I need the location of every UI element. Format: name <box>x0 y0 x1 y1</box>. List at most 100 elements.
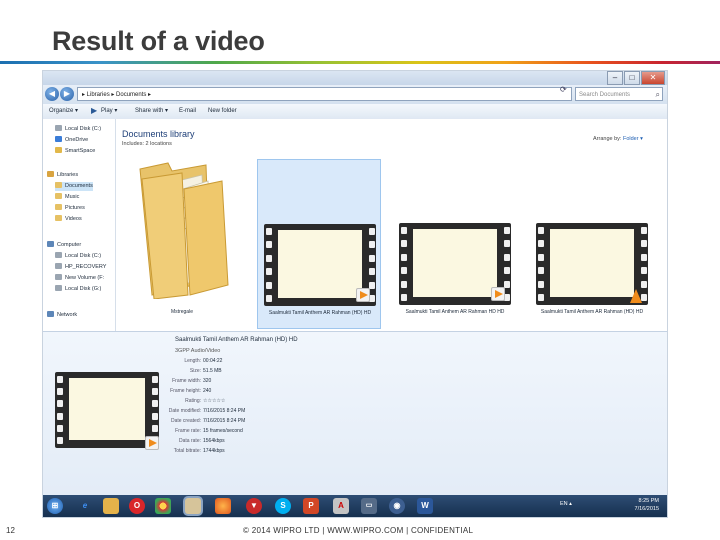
videos-icon <box>55 215 62 221</box>
play-button[interactable]: Play ▾ <box>101 104 117 119</box>
share-with-button[interactable]: Share with ▾ <box>135 104 168 119</box>
acrobat-icon[interactable]: A <box>333 498 349 514</box>
explorer-screenshot: – □ ✕ ◀ ▶ ▸ Libraries ▸ Documents ▸ ⟳ Se… <box>43 71 667 517</box>
details-row: Rating: ☆☆☆☆☆ <box>185 398 226 404</box>
windows-taskbar: ⊞ e O ▼ S P A ▭ ◉ W EN ▴ 8:25 PM 7/16/20… <box>43 495 667 517</box>
nav-videos[interactable]: Videos <box>55 215 82 224</box>
nav-local-disk-c[interactable]: Local Disk (C:) <box>55 125 101 134</box>
video-tile-1-label: Saalmukti Tamil Anthem AR Rahman (HD) HD <box>268 310 372 316</box>
folder-tile-label: Mstregale <box>171 309 193 315</box>
video-tile-3[interactable]: Saalmukti Tamil Anthem AR Rahman (HD) HD <box>530 159 654 329</box>
active-task-icon[interactable] <box>185 498 201 514</box>
documents-icon <box>55 182 62 188</box>
video-tile-2[interactable]: Saalmukti Tamil Anthem AR Rahman HD HD <box>393 159 517 329</box>
firefox-icon[interactable] <box>215 498 231 514</box>
rating-stars[interactable]: ☆☆☆☆☆ <box>203 398 225 404</box>
arrange-by-value[interactable]: Folder ▾ <box>623 136 643 142</box>
nav-pictures[interactable]: Pictures <box>55 204 85 213</box>
disc-icon[interactable]: ◉ <box>389 498 405 514</box>
minimize-button[interactable]: – <box>607 71 623 85</box>
skype-icon[interactable]: S <box>275 498 291 514</box>
pictures-icon <box>55 204 62 210</box>
clock-date: 7/16/2015 <box>634 506 659 512</box>
play-overlay-icon <box>356 288 370 302</box>
details-row: Length: 00:04:22 <box>184 358 223 364</box>
search-input[interactable]: Search Documents ⌕ <box>575 87 663 101</box>
details-row: Size: 51.5 MB <box>189 368 222 374</box>
details-file-type: 3GPP Audio/Video <box>175 348 221 354</box>
maximize-button[interactable]: □ <box>624 71 640 85</box>
film-editor-icon[interactable]: ▭ <box>361 498 377 514</box>
drive-icon <box>55 274 62 280</box>
window-titlebar: – □ ✕ <box>43 71 667 85</box>
video-tile-2-label: Saalmukti Tamil Anthem AR Rahman HD HD <box>405 309 505 315</box>
address-field[interactable]: ▸ Libraries ▸ Documents ▸ <box>77 87 572 101</box>
details-row: Frame rate: 15 frames/second <box>175 428 243 434</box>
library-icon <box>47 171 54 177</box>
copyright-text: © 2014 WIPRO LTD | WWW.WIPRO.COM | CONFI… <box>243 526 474 535</box>
title-rainbow-divider <box>0 61 720 64</box>
details-row: Data rate: 1564kbps <box>179 438 225 444</box>
details-pane: Saalmukti Tamil Anthem AR Rahman (HD) HD… <box>43 331 667 496</box>
refresh-icon[interactable]: ⟳ <box>560 85 567 94</box>
vlc-cone-icon <box>630 289 642 303</box>
folder-icon <box>55 147 62 153</box>
nav-local-disk-c-2[interactable]: Local Disk (C:) <box>55 252 101 261</box>
search-placeholder: Search Documents <box>579 92 631 98</box>
video-tile-1[interactable]: Saalmukti Tamil Anthem AR Rahman (HD) HD <box>257 159 381 329</box>
music-icon <box>55 193 62 199</box>
organize-button[interactable]: Organize ▾ <box>49 104 78 119</box>
powerpoint-icon[interactable]: P <box>303 498 319 514</box>
details-row: Date created: 7/16/2015 8:24 PM <box>170 418 246 424</box>
new-folder-button[interactable]: New folder <box>208 104 237 119</box>
computer-icon <box>47 241 54 247</box>
slide-title: Result of a video <box>52 26 265 56</box>
nav-documents[interactable]: Documents <box>55 182 93 191</box>
video-tile-3-label: Saalmukti Tamil Anthem AR Rahman (HD) HD <box>540 309 644 315</box>
file-explorer-icon[interactable] <box>103 498 119 514</box>
opera-icon[interactable]: O <box>129 498 145 514</box>
library-title: Documents library <box>122 129 195 139</box>
folder-icon <box>139 162 229 299</box>
details-row: Frame height: 240 <box>170 388 212 394</box>
nav-onedrive[interactable]: OneDrive <box>55 136 88 145</box>
internet-explorer-icon[interactable]: e <box>77 498 93 514</box>
search-icon[interactable]: ⌕ <box>656 88 660 102</box>
nav-music[interactable]: Music <box>55 193 79 202</box>
navigation-pane: Local Disk (C:) OneDrive SmartSpace Libr… <box>43 119 116 331</box>
play-overlay-icon <box>491 287 505 301</box>
taskbar-clock[interactable]: 8:25 PM 7/16/2015 <box>635 497 659 513</box>
nav-computer[interactable]: Computer <box>47 241 81 250</box>
media-player-icon[interactable]: ▼ <box>246 498 262 514</box>
nav-hp-recovery[interactable]: HP_RECOVERY <box>55 263 106 272</box>
nav-new-volume[interactable]: New Volume (F: <box>55 274 104 283</box>
play-icon: ▶ <box>91 106 98 115</box>
chrome-icon[interactable] <box>155 498 171 514</box>
nav-libraries[interactable]: Libraries <box>47 171 78 180</box>
nav-network[interactable]: Network <box>47 311 77 320</box>
drive-icon <box>55 285 62 291</box>
nav-smartspace[interactable]: SmartSpace <box>55 147 95 156</box>
system-tray[interactable]: EN ▴ <box>560 501 572 507</box>
back-arrow-icon[interactable]: ◀ <box>45 87 59 101</box>
drive-icon <box>55 263 62 269</box>
clock-time: 8:25 PM <box>638 498 659 504</box>
start-button[interactable]: ⊞ <box>47 498 63 514</box>
nav-local-disk-g[interactable]: Local Disk (G:) <box>55 285 101 294</box>
address-bar-row: ◀ ▶ ▸ Libraries ▸ Documents ▸ ⟳ Search D… <box>43 85 667 104</box>
arrange-by[interactable]: Arrange by: Folder ▾ <box>593 136 643 142</box>
forward-arrow-icon[interactable]: ▶ <box>60 87 74 101</box>
details-row: Date modified: 7/16/2015 8:24 PM <box>168 408 246 414</box>
close-button[interactable]: ✕ <box>641 71 665 85</box>
network-icon <box>47 311 54 317</box>
command-toolbar: Organize ▾ ▶ Play ▾ Share with ▾ E-mail … <box>43 104 667 120</box>
drive-icon <box>55 125 62 131</box>
folder-tile[interactable]: Mstregale <box>120 159 244 329</box>
email-button[interactable]: E-mail <box>179 104 196 119</box>
cloud-icon <box>55 136 62 142</box>
library-subtitle[interactable]: Includes: 2 locations <box>122 141 172 147</box>
word-icon[interactable]: W <box>417 498 433 514</box>
details-row: Frame width: 320 <box>172 378 212 384</box>
details-row: Total bitrate: 1744kbps <box>173 448 225 454</box>
details-file-name: Saalmukti Tamil Anthem AR Rahman (HD) HD <box>175 337 298 343</box>
